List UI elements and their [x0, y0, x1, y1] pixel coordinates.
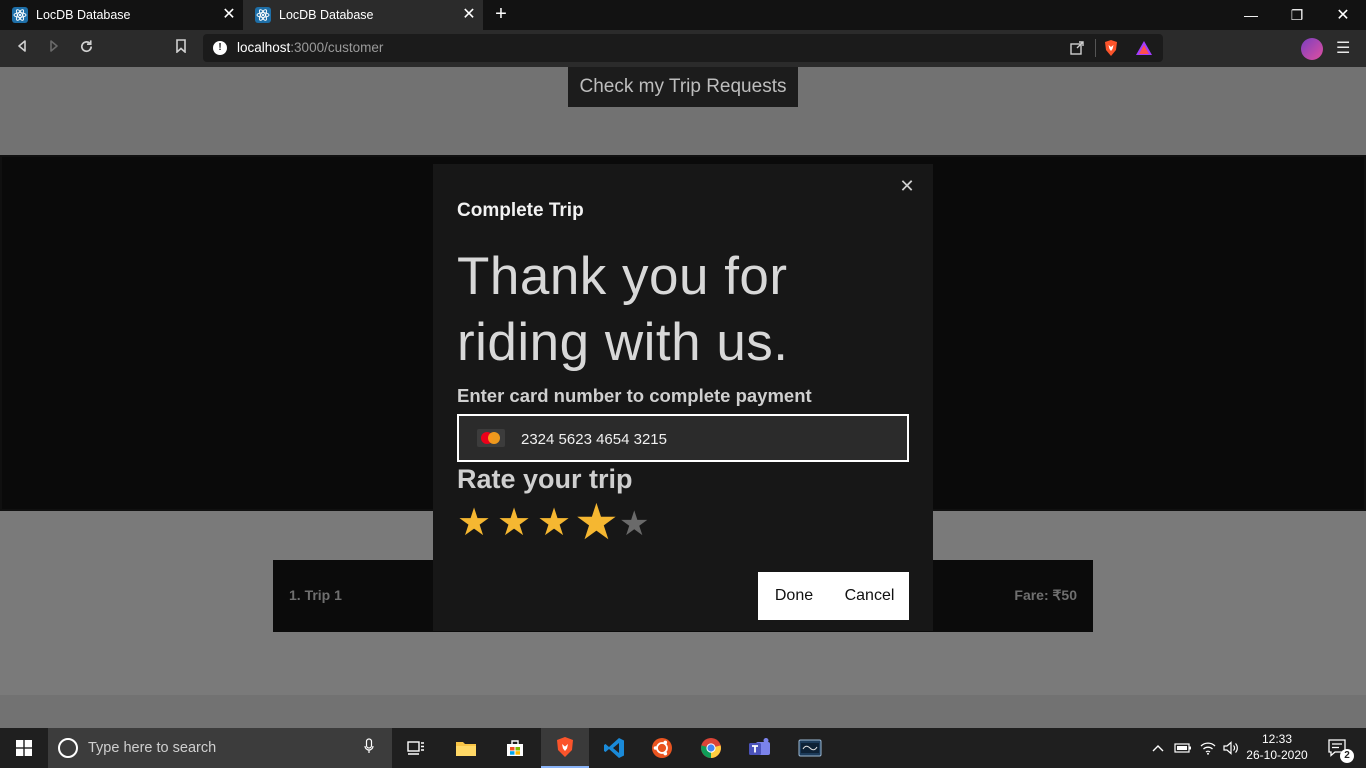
- thank-you-line-2: riding with us.: [457, 313, 789, 372]
- search-placeholder: Type here to search: [88, 740, 217, 756]
- modal-title: Complete Trip: [457, 200, 584, 221]
- open-external-icon[interactable]: [1068, 39, 1086, 57]
- browser-tab-active[interactable]: LocDB Database ✕: [243, 0, 483, 30]
- windows-taskbar: Type here to search 12:33 26-10-2020 2: [0, 728, 1366, 768]
- clock-date: 26-10-2020: [1246, 748, 1308, 762]
- volume-icon[interactable]: [1220, 728, 1242, 768]
- brave-shield-icon[interactable]: [1102, 39, 1120, 57]
- thank-you-line-1: Thank you for: [457, 247, 788, 306]
- browser-tab-strip: LocDB Database ✕ LocDB Database ✕ + — ❐ …: [0, 0, 1366, 30]
- react-icon: [12, 7, 28, 23]
- store-icon[interactable]: [491, 728, 539, 768]
- microphone-icon[interactable]: [364, 738, 374, 758]
- modal-actions: Done Cancel: [758, 572, 909, 620]
- vscode-icon[interactable]: [590, 728, 638, 768]
- restore-icon[interactable]: ❐: [1274, 0, 1320, 30]
- notification-count: 2: [1340, 749, 1354, 763]
- wifi-icon[interactable]: [1197, 728, 1219, 768]
- close-tab-icon[interactable]: ✕: [461, 7, 477, 23]
- tab-title: LocDB Database: [36, 8, 131, 22]
- new-tab-icon[interactable]: +: [490, 4, 512, 26]
- address-bar[interactable]: ! localhost:3000/customer: [203, 34, 1163, 62]
- card-number-input[interactable]: [521, 428, 891, 450]
- back-icon[interactable]: [12, 39, 32, 59]
- minimize-icon[interactable]: —: [1228, 0, 1274, 30]
- notification-center-icon[interactable]: 2: [1318, 728, 1358, 768]
- tab-title: LocDB Database: [279, 8, 374, 22]
- forward-icon[interactable]: [44, 39, 64, 59]
- taskbar-search-box[interactable]: Type here to search: [48, 728, 392, 768]
- taskbar-clock[interactable]: 12:33 26-10-2020: [1242, 731, 1312, 763]
- star-filled-icon[interactable]: ★: [497, 504, 531, 542]
- close-tab-icon[interactable]: ✕: [221, 7, 237, 23]
- react-icon: [255, 7, 271, 23]
- bookmark-icon[interactable]: [171, 39, 191, 59]
- brave-browser-icon[interactable]: [541, 728, 589, 768]
- ubuntu-icon[interactable]: [638, 728, 686, 768]
- close-icon[interactable]: ✕: [899, 177, 915, 195]
- teams-icon[interactable]: [736, 728, 784, 768]
- cancel-button[interactable]: Cancel: [830, 572, 909, 620]
- show-hidden-icons-icon[interactable]: [1148, 728, 1168, 768]
- task-view-icon[interactable]: [392, 728, 440, 768]
- mysql-workbench-icon[interactable]: [786, 728, 834, 768]
- browser-toolbar: ! localhost:3000/customer ☰: [0, 30, 1366, 67]
- star-empty-icon[interactable]: ★: [619, 507, 649, 541]
- star-filled-icon[interactable]: ★: [457, 504, 491, 542]
- card-number-field[interactable]: [457, 414, 909, 462]
- trip-name: 1. Trip 1: [289, 587, 342, 603]
- brave-rewards-icon[interactable]: [1135, 39, 1153, 57]
- url-text: localhost:3000/customer: [237, 40, 384, 55]
- cortana-icon: [58, 738, 78, 758]
- mastercard-icon: [477, 429, 505, 447]
- browser-tab[interactable]: LocDB Database ✕: [0, 0, 243, 30]
- rating-label: Rate your trip: [457, 464, 633, 494]
- complete-trip-modal: ✕ Complete Trip Thank you for riding wit…: [433, 164, 933, 631]
- trip-fare: Fare: ₹50: [1014, 587, 1077, 603]
- star-filled-icon[interactable]: ★: [574, 497, 619, 547]
- done-button[interactable]: Done: [758, 572, 830, 620]
- thank-you-message: Thank you for riding with us.: [457, 244, 907, 376]
- battery-icon[interactable]: [1172, 728, 1194, 768]
- clock-time: 12:33: [1261, 732, 1293, 746]
- check-trip-requests-button[interactable]: Check my Trip Requests: [568, 67, 798, 107]
- payment-label: Enter card number to complete payment: [457, 385, 812, 406]
- close-window-icon[interactable]: ✕: [1320, 0, 1366, 30]
- browser-menu-icon[interactable]: ☰: [1336, 38, 1350, 58]
- reload-icon[interactable]: [76, 39, 96, 59]
- file-explorer-icon[interactable]: [442, 728, 490, 768]
- star-filled-icon[interactable]: ★: [537, 504, 571, 542]
- profile-avatar[interactable]: [1301, 38, 1323, 60]
- chrome-icon[interactable]: [687, 728, 735, 768]
- site-info-icon[interactable]: !: [213, 41, 227, 55]
- windows-start-icon[interactable]: [0, 728, 48, 768]
